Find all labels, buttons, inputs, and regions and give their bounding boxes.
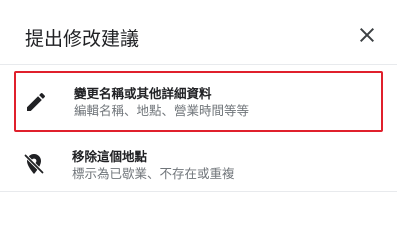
- location-off-icon: [22, 152, 46, 176]
- remove-place-label: 移除這個地點: [72, 149, 148, 164]
- change-name-label: 變更名稱或其他詳細資料: [74, 86, 212, 101]
- header-divider: [0, 64, 397, 65]
- change-name-option[interactable]: 變更名稱或其他詳細資料 編輯名稱、地點、營業時間等等: [14, 71, 383, 132]
- change-name-text: 變更名稱或其他詳細資料 編輯名稱、地點、營業時間等等: [74, 85, 249, 119]
- remove-place-text: 移除這個地點 標示為已歇業、不存在或重複: [72, 148, 235, 182]
- close-button[interactable]: [355, 23, 379, 47]
- remove-place-sublabel: 標示為已歇業、不存在或重複: [72, 166, 235, 181]
- remove-place-option[interactable]: 移除這個地點 標示為已歇業、不存在或重複: [14, 143, 383, 189]
- dialog-title: 提出修改建議: [25, 28, 140, 50]
- dialog-header: 提出修改建議: [0, 0, 397, 64]
- suggest-edit-dialog: 提出修改建議 變更名稱或其他詳細資料 編輯名稱、地點、營業時間等等 移除這個地點…: [0, 0, 397, 213]
- footer-divider: [0, 191, 397, 192]
- change-name-sublabel: 編輯名稱、地點、營業時間等等: [74, 103, 250, 118]
- close-icon: [360, 28, 374, 42]
- pencil-icon: [24, 90, 48, 114]
